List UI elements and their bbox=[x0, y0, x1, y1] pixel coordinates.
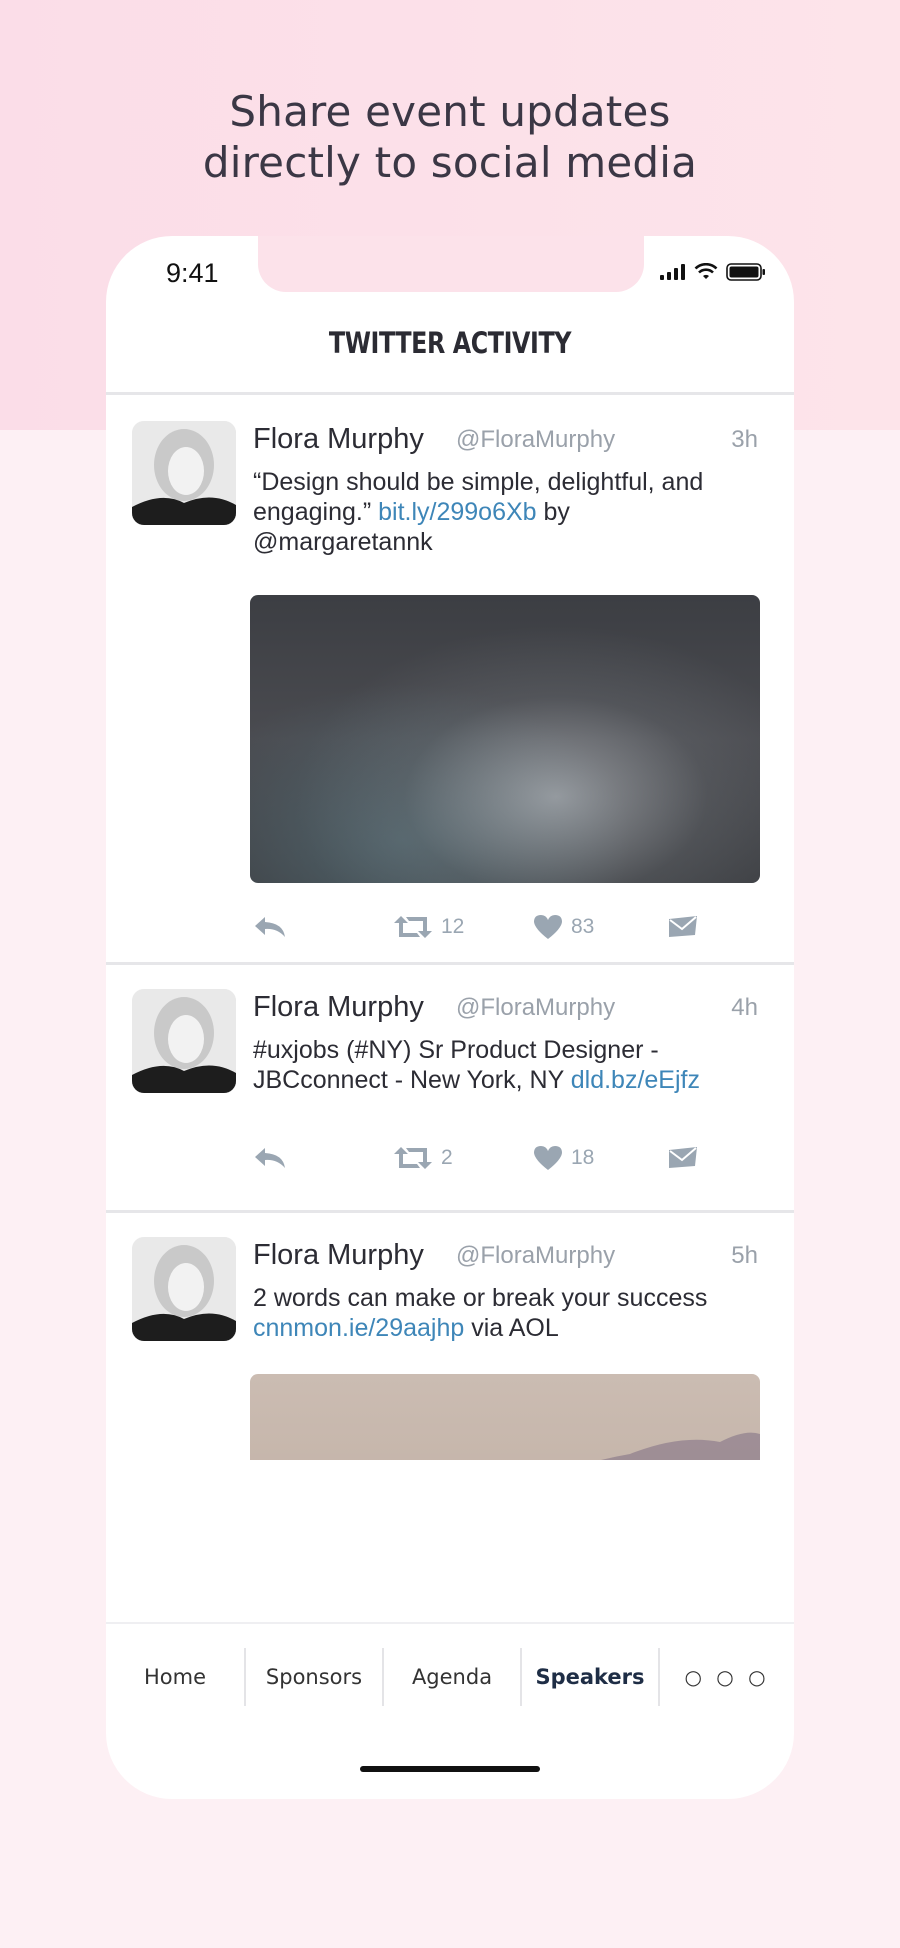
page-title: TWITTER ACTIVITY bbox=[328, 326, 572, 360]
tweet-author-name[interactable]: Flora Murphy bbox=[253, 423, 424, 456]
tweet-text: #uxjobs (#NY) Sr Product Designer - JBCc… bbox=[253, 1035, 753, 1095]
marketing-headline: Share event updates directly to social m… bbox=[0, 86, 900, 188]
retweet-count: 2 bbox=[441, 1146, 453, 1169]
battery-icon bbox=[726, 263, 765, 281]
like-button[interactable]: 83 bbox=[533, 907, 594, 947]
heart-icon bbox=[534, 1146, 562, 1170]
status-icons bbox=[660, 263, 766, 281]
headline-line-1: Share event updates bbox=[229, 87, 671, 136]
message-icon bbox=[669, 1147, 697, 1168]
headline-line-2: directly to social media bbox=[202, 138, 698, 187]
direct-message-button[interactable] bbox=[668, 1138, 698, 1178]
tab-home[interactable]: Home bbox=[106, 1648, 244, 1706]
tweet-actions: 12 83 bbox=[253, 907, 723, 947]
tweet-author-handle[interactable]: @FloraMurphy bbox=[456, 1242, 615, 1270]
tab-agenda[interactable]: Agenda bbox=[384, 1648, 520, 1706]
direct-message-button[interactable] bbox=[668, 907, 698, 947]
wifi-icon bbox=[694, 263, 718, 279]
tweet-text: 2 words can make or break your success c… bbox=[253, 1283, 753, 1343]
tweet-author-handle[interactable]: @FloraMurphy bbox=[456, 426, 615, 454]
tweet-link[interactable]: bit.ly/299o6Xb bbox=[378, 498, 536, 526]
tweet-link[interactable]: dld.bz/eEjfz bbox=[571, 1066, 700, 1094]
retweet-count: 12 bbox=[441, 915, 465, 938]
retweet-icon bbox=[394, 1147, 432, 1169]
tweet-item[interactable]: Flora Murphy @FloraMurphy 5h 2 words can… bbox=[106, 1213, 794, 1460]
reply-button[interactable] bbox=[253, 907, 287, 947]
phone-frame: 9:41 TWITTER ACTIVITY Flora Murphy @Flor… bbox=[106, 236, 794, 1799]
avatar[interactable] bbox=[132, 989, 236, 1093]
tweet-link[interactable]: cnnmon.ie/29aajhp bbox=[253, 1314, 464, 1342]
tab-speakers[interactable]: Speakers bbox=[522, 1648, 658, 1706]
like-count: 83 bbox=[571, 915, 595, 938]
tweet-author-name[interactable]: Flora Murphy bbox=[253, 1239, 424, 1272]
tweet-text-after: via AOL bbox=[464, 1314, 559, 1342]
tweet-author-handle[interactable]: @FloraMurphy bbox=[456, 994, 615, 1022]
beach-photo[interactable] bbox=[250, 1374, 760, 1460]
tweet-item[interactable]: Flora Murphy @FloraMurphy 4h #uxjobs (#N… bbox=[106, 965, 794, 1213]
reply-icon bbox=[255, 1148, 285, 1168]
like-button[interactable]: 18 bbox=[533, 1138, 594, 1178]
tab-sponsors[interactable]: Sponsors bbox=[246, 1648, 382, 1706]
tweet-actions: 2 18 bbox=[253, 1138, 723, 1178]
signal-icon bbox=[660, 264, 685, 280]
tweet-text-before: 2 words can make or break your success bbox=[253, 1284, 708, 1312]
reply-icon bbox=[255, 917, 285, 937]
avatar[interactable] bbox=[132, 1237, 236, 1341]
retweet-icon bbox=[394, 916, 432, 938]
tweet-feed[interactable]: Flora Murphy @FloraMurphy 3h “Design sho… bbox=[106, 395, 794, 1460]
tab-bar: Home Sponsors Agenda Speakers ○ ○ ○ bbox=[106, 1622, 794, 1734]
retweet-button[interactable]: 2 bbox=[393, 1138, 453, 1178]
tweet-timestamp: 3h bbox=[731, 426, 758, 453]
more-menu-button[interactable]: ○ ○ ○ bbox=[660, 1648, 794, 1706]
tweet-text: “Design should be simple, delightful, an… bbox=[253, 467, 753, 557]
message-icon bbox=[669, 916, 697, 937]
reply-button[interactable] bbox=[253, 1138, 287, 1178]
concert-photo[interactable] bbox=[250, 595, 760, 883]
avatar[interactable] bbox=[132, 421, 236, 525]
phone-notch bbox=[258, 236, 644, 292]
tweet-timestamp: 4h bbox=[731, 994, 758, 1021]
beach-scene bbox=[601, 1432, 760, 1460]
home-indicator[interactable] bbox=[360, 1766, 540, 1772]
heart-icon bbox=[534, 915, 562, 939]
tweet-item[interactable]: Flora Murphy @FloraMurphy 3h “Design sho… bbox=[106, 395, 794, 965]
like-count: 18 bbox=[571, 1146, 595, 1169]
avatar-photo bbox=[132, 989, 236, 1093]
tweet-author-name[interactable]: Flora Murphy bbox=[253, 991, 424, 1024]
avatar-photo bbox=[132, 1237, 236, 1341]
retweet-button[interactable]: 12 bbox=[393, 907, 464, 947]
tweet-timestamp: 5h bbox=[731, 1242, 758, 1269]
avatar-photo bbox=[132, 421, 236, 525]
status-time: 9:41 bbox=[166, 258, 219, 288]
